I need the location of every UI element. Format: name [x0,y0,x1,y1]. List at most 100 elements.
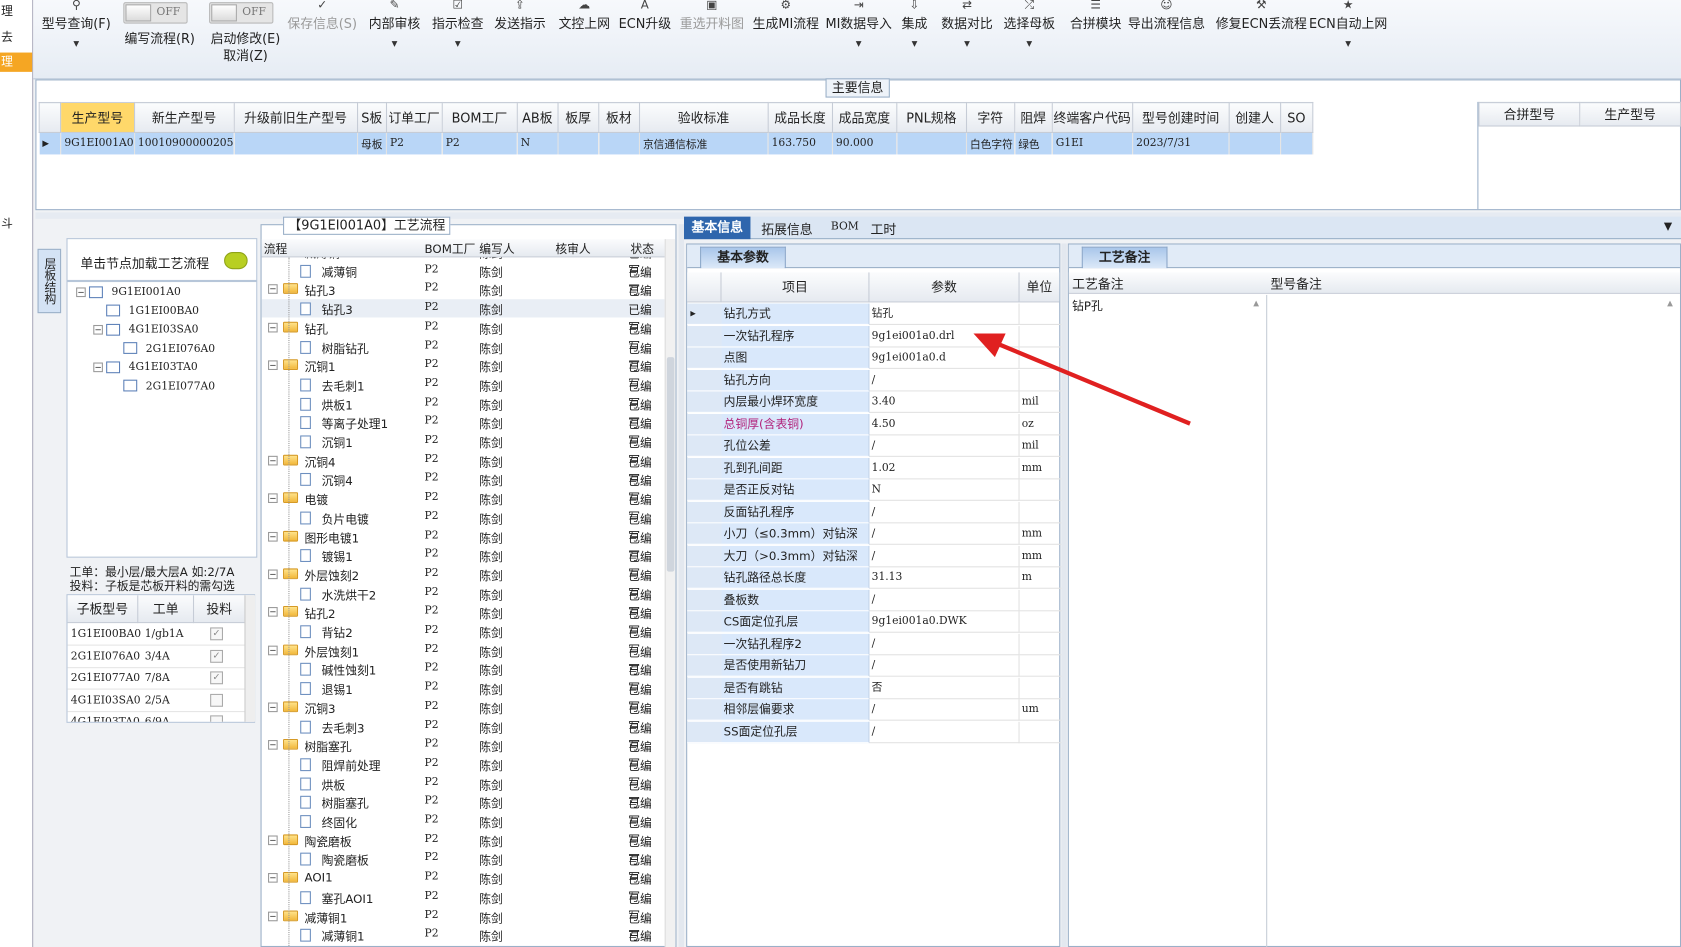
flow-row[interactable]: −减薄铜P2陈剑已编写 [262,257,665,277]
param-row[interactable]: 钻孔路径总长度 31.13 m [687,567,1062,589]
collapse-icon[interactable]: − [268,284,278,295]
tab-bom[interactable]: BOM [831,221,859,233]
param-value[interactable]: / [869,523,1020,545]
main-col-header[interactable]: BOM工厂 [441,101,518,133]
checkbox-node-icon[interactable] [123,379,138,392]
write-flow-toggle[interactable]: OFF [123,2,188,24]
vertical-splitter-1[interactable] [678,224,684,947]
flow-row[interactable]: 烘板1 P2 陈剑 已编写 [262,394,665,430]
tab-work-hours[interactable]: 工时 [871,220,897,238]
toolbar-button-7[interactable]: ☁ 文控上网 [559,0,610,75]
param-row[interactable]: 孔到孔间距 1.02 mm [687,457,1062,479]
param-value[interactable]: 31.13 [869,567,1020,589]
tab-menu-chevron-icon[interactable]: ▼ [1664,221,1672,233]
param-row[interactable]: 是否使用新钻刀 / [687,655,1062,677]
collapse-icon[interactable]: − [268,607,278,618]
dropdown-arrow-icon[interactable]: ▼ [826,36,892,51]
flow-row[interactable]: 减薄铜1 P2 陈剑 已编写 [262,926,665,944]
toggle-label[interactable]: 编写流程(R) [117,30,203,47]
param-row[interactable]: 一次钻孔程序2/ [687,633,1062,655]
main-cell[interactable]: 母板 [357,132,387,154]
param-value[interactable]: / [869,721,1020,743]
main-cell[interactable]: 90.000 [832,132,898,154]
flow-row[interactable]: 树脂塞孔 P2 陈剑 已编写 [262,793,665,828]
param-row[interactable]: 是否有跳钻否 [687,677,1062,699]
main-col-header[interactable]: PNL规格 [895,101,967,133]
flow-row[interactable]: − 钻孔 P2 陈剑 已编写 [262,318,665,354]
flow-row[interactable]: − AOI1 P2 陈剑 已编写 [262,869,665,904]
main-cell[interactable]: 2023/7/31 [1132,132,1230,154]
process-note-scroll-icon[interactable]: ▲ [1253,299,1259,308]
tree-node[interactable]: − 4G1EI03TA0 [93,359,198,377]
tab-extended-info[interactable]: 拓展信息 [761,220,812,238]
collapse-icon[interactable]: − [268,360,278,371]
toolbar-button-3[interactable]: ✓ 保存信息(S) [287,0,357,75]
main-col-header[interactable]: 成品宽度 [831,101,898,133]
main-col-header[interactable]: 验收标准 [638,101,769,133]
start-edit-toggle[interactable]: OFF [209,2,274,24]
main-col-header[interactable]: 板厚 [557,101,600,133]
tree-node[interactable]: − 9G1EI001A0 [76,284,181,302]
cancel-edit-label[interactable]: 取消(Z) [203,47,289,64]
feed-checkbox[interactable]: ✓ [210,627,223,641]
flow-row[interactable]: 塞孔AOI1 P2 陈剑 已编写 [262,888,665,923]
param-row[interactable]: 叠板数 / [687,589,1062,611]
dropdown-arrow-icon[interactable]: ▼ [369,36,420,51]
flow-row[interactable]: 退锡1 P2 陈剑 已编写 [262,679,665,714]
module-tab-2[interactable]: 去 [0,28,32,47]
param-value[interactable]: / [869,633,1020,655]
flow-row[interactable]: 沉铜4 P2 陈剑 已编写 [262,470,665,506]
tree-node[interactable]: 2G1EI077A0 [110,378,215,396]
param-value[interactable]: / [869,655,1020,677]
tree-node[interactable]: − 4G1EI03SA0 [93,322,198,340]
dropdown-arrow-icon[interactable]: ▼ [941,36,992,51]
main-col-header[interactable]: 升级前旧生产型号 [233,101,358,133]
flow-row[interactable]: − 沉铜3 P2 陈剑 已编写 [262,698,665,733]
collapse-icon[interactable]: − [76,286,86,297]
flow-row[interactable]: 沉铜1 P2 陈剑 已编写 [262,432,665,468]
flow-row[interactable]: −钻孔3P2陈剑已编写 [262,280,665,316]
flow-row[interactable]: − 图形电镀1 P2 陈剑 已编写 [262,527,665,563]
params-tab[interactable]: 基本参数 [700,246,786,269]
sub-order[interactable]: 7/8A [145,672,170,684]
toolbar-button-4[interactable]: ✎ 内部审核 ▼ [369,0,420,75]
param-value[interactable]: 1.02 [869,457,1020,479]
param-row[interactable]: 大刀（>0.3mm）对钻深度/mm [687,545,1062,583]
flow-row[interactable]: 负片电镀 P2 陈剑 已编写 [262,508,665,544]
module-tab-4[interactable]: 斗 [0,215,32,234]
collapse-icon[interactable]: − [268,645,278,655]
flow-row[interactable]: 陶瓷磨板 P2 陈剑 已编写 [262,850,665,885]
sub-order[interactable]: 1/gb1A [145,628,184,640]
dropdown-arrow-icon[interactable]: ▼ [1003,36,1054,51]
sub-row[interactable]: 4G1EI03TA0 6/9A [68,712,255,722]
main-cell[interactable]: 绿色 [1014,132,1053,154]
layer-structure-vtab[interactable]: 层板结构 [37,248,62,314]
main-cell[interactable]: 10010900000205 [134,132,235,154]
flow-row[interactable]: 终固化 P2 陈剑 已编写 [262,812,665,847]
sub-col-header[interactable]: 投料 [194,595,246,624]
param-row[interactable]: SS面定位孔层 / [687,721,1062,743]
param-row[interactable]: 小刀（≤0.3mm）对钻深度/mm [687,523,1062,561]
param-value[interactable]: 否 [869,677,1020,699]
collapse-icon[interactable]: − [268,911,278,921]
main-cell[interactable]: G1EI [1051,132,1133,154]
module-tab-3-active[interactable]: 理 [0,52,33,72]
collapse-icon[interactable]: − [268,873,278,883]
main-cell[interactable]: 京信通信标准 [639,132,769,154]
flow-row[interactable]: − 树脂塞孔 P2 陈剑 已编写 [262,736,665,771]
toolbar-button-6[interactable]: ⇪ 发送指示 [494,0,545,75]
flow-scrollbar[interactable] [664,239,676,947]
feed-checkbox[interactable]: ✓ [210,671,223,685]
flow-row[interactable]: 阻焊前处理 P2 陈剑 已编写 [262,755,665,790]
toolbar-button-8[interactable]: A ECN升级 [619,0,671,75]
main-col-header[interactable]: 型号创建时间 [1131,101,1230,133]
remarks-tab[interactable]: 工艺备注 [1081,246,1168,269]
main-col-header[interactable]: S板 [356,101,387,133]
checkbox-node-icon[interactable] [106,323,121,336]
dropdown-arrow-icon[interactable]: ▼ [1309,36,1387,51]
collapse-icon[interactable]: − [268,835,278,845]
main-col-header[interactable]: 板材 [597,101,640,133]
toolbar-button-0[interactable]: ⚲ 型号查询(F) ▼ [42,0,111,75]
model-note-field[interactable]: ▲ [1268,295,1680,947]
sub-grid-scrollbar[interactable] [244,595,256,722]
